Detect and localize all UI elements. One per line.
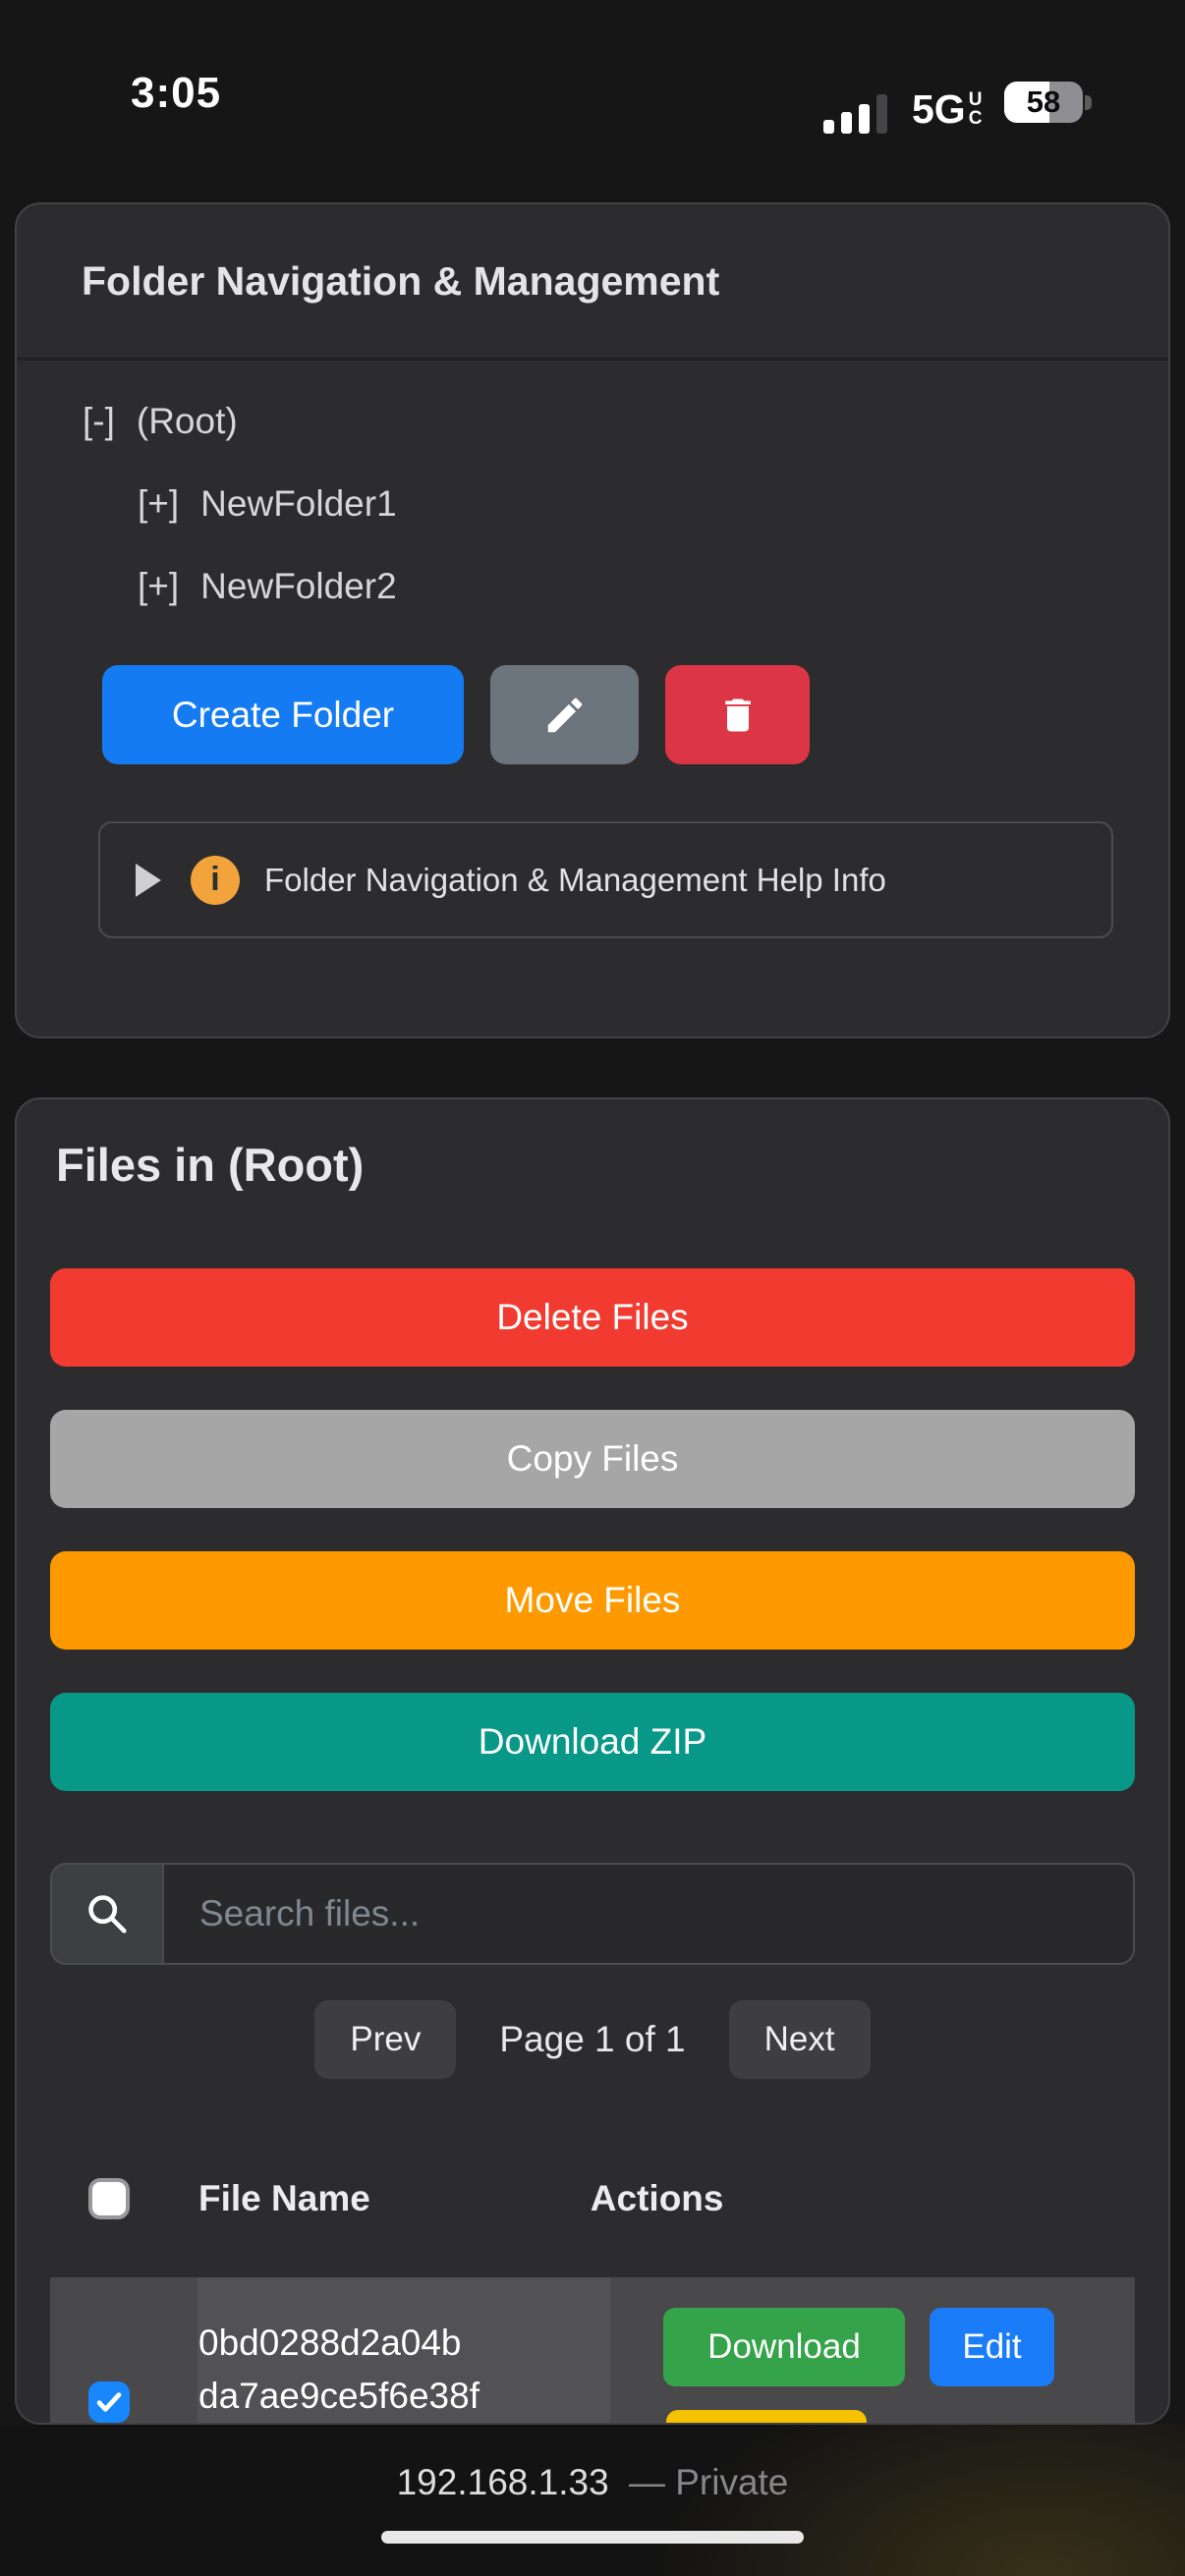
column-header-actions: Actions <box>591 2178 724 2219</box>
search-icon <box>82 1888 133 1939</box>
tree-label-newfolder1[interactable]: NewFolder1 <box>200 483 396 525</box>
folder-navigation-card: Folder Navigation & Management [-] (Root… <box>15 202 1170 1038</box>
tree-item-newfolder2[interactable]: [+] NewFolder2 <box>83 545 1129 628</box>
column-header-file-name: File Name <box>198 2178 370 2219</box>
folder-tree: [-] (Root) [+] NewFolder1 [+] NewFolder2… <box>17 361 1168 938</box>
help-accordion[interactable]: i Folder Navigation & Management Help In… <box>98 821 1113 938</box>
create-folder-button[interactable]: Create Folder <box>102 665 464 764</box>
move-files-button[interactable]: Move Files <box>50 1551 1135 1650</box>
disclosure-triangle-icon[interactable] <box>136 864 161 897</box>
file-row: 0bd0288d2a04b da7ae9ce5f6e38f Download E… <box>50 2277 1135 2425</box>
search-addon[interactable] <box>50 1863 162 1965</box>
info-icon: i <box>191 856 240 905</box>
battery-percent: 58 <box>1004 82 1083 123</box>
copy-files-button[interactable]: Copy Files <box>50 1410 1135 1508</box>
home-indicator[interactable] <box>381 2531 804 2544</box>
download-button[interactable]: Download <box>663 2308 905 2386</box>
tree-toggle-newfolder2[interactable]: [+] <box>138 566 179 607</box>
pencil-icon <box>542 693 588 738</box>
partial-action-button[interactable] <box>666 2410 867 2425</box>
battery-icon: 58 <box>1004 82 1083 123</box>
folder-card-title: Folder Navigation & Management <box>82 258 719 305</box>
browser-url-bar[interactable]: 192.168.1.33 — Private <box>0 2462 1185 2503</box>
file-name: 0bd0288d2a04b da7ae9ce5f6e38f <box>198 2317 480 2423</box>
iphone-screen: 3:05 5G U C 58 Folder Navigation & Manag… <box>0 0 1185 2576</box>
help-accordion-title[interactable]: Folder Navigation & Management Help Info <box>264 862 886 899</box>
pagination: Prev Page 1 of 1 Next <box>50 2000 1135 2079</box>
browser-bottom-bar: 192.168.1.33 — Private <box>0 2425 1185 2576</box>
page-indicator: Page 1 of 1 <box>499 2019 685 2060</box>
trash-icon <box>716 694 760 737</box>
tree-label-newfolder2[interactable]: NewFolder2 <box>200 566 396 607</box>
files-card: Files in (Root) Delete Files Copy Files … <box>15 1097 1170 2425</box>
select-all-checkbox[interactable] <box>88 2178 130 2219</box>
delete-folder-button[interactable] <box>665 665 810 764</box>
tree-toggle-root[interactable]: [-] <box>83 401 115 442</box>
folder-actions-row: Create Folder <box>102 665 1129 764</box>
rename-folder-button[interactable] <box>490 665 639 764</box>
folder-card-header: Folder Navigation & Management <box>17 204 1168 361</box>
tree-toggle-newfolder1[interactable]: [+] <box>138 483 179 525</box>
clock-label: 3:05 <box>131 69 221 118</box>
file-table-header: File Name Actions <box>50 2169 1135 2228</box>
network-type-label: 5G U C <box>912 86 982 133</box>
battery-tip <box>1085 95 1092 110</box>
files-card-title: Files in (Root) <box>56 1137 1135 1194</box>
prev-page-button[interactable]: Prev <box>314 2000 456 2079</box>
tree-label-root[interactable]: (Root) <box>137 401 238 442</box>
privacy-label: — Private <box>629 2462 788 2502</box>
search-input[interactable] <box>162 1863 1135 1965</box>
next-page-button[interactable]: Next <box>729 2000 871 2079</box>
row-checkbox[interactable] <box>88 2381 130 2423</box>
delete-files-button[interactable]: Delete Files <box>50 1268 1135 1367</box>
url-text[interactable]: 192.168.1.33 <box>397 2462 609 2502</box>
search-bar <box>50 1863 1135 1965</box>
edit-button[interactable]: Edit <box>930 2308 1054 2386</box>
download-zip-button[interactable]: Download ZIP <box>50 1693 1135 1791</box>
tree-item-root[interactable]: [-] (Root) <box>83 380 1129 463</box>
cellular-signal-icon <box>823 94 887 134</box>
tree-item-newfolder1[interactable]: [+] NewFolder1 <box>83 463 1129 545</box>
checkmark-icon <box>92 2385 126 2419</box>
